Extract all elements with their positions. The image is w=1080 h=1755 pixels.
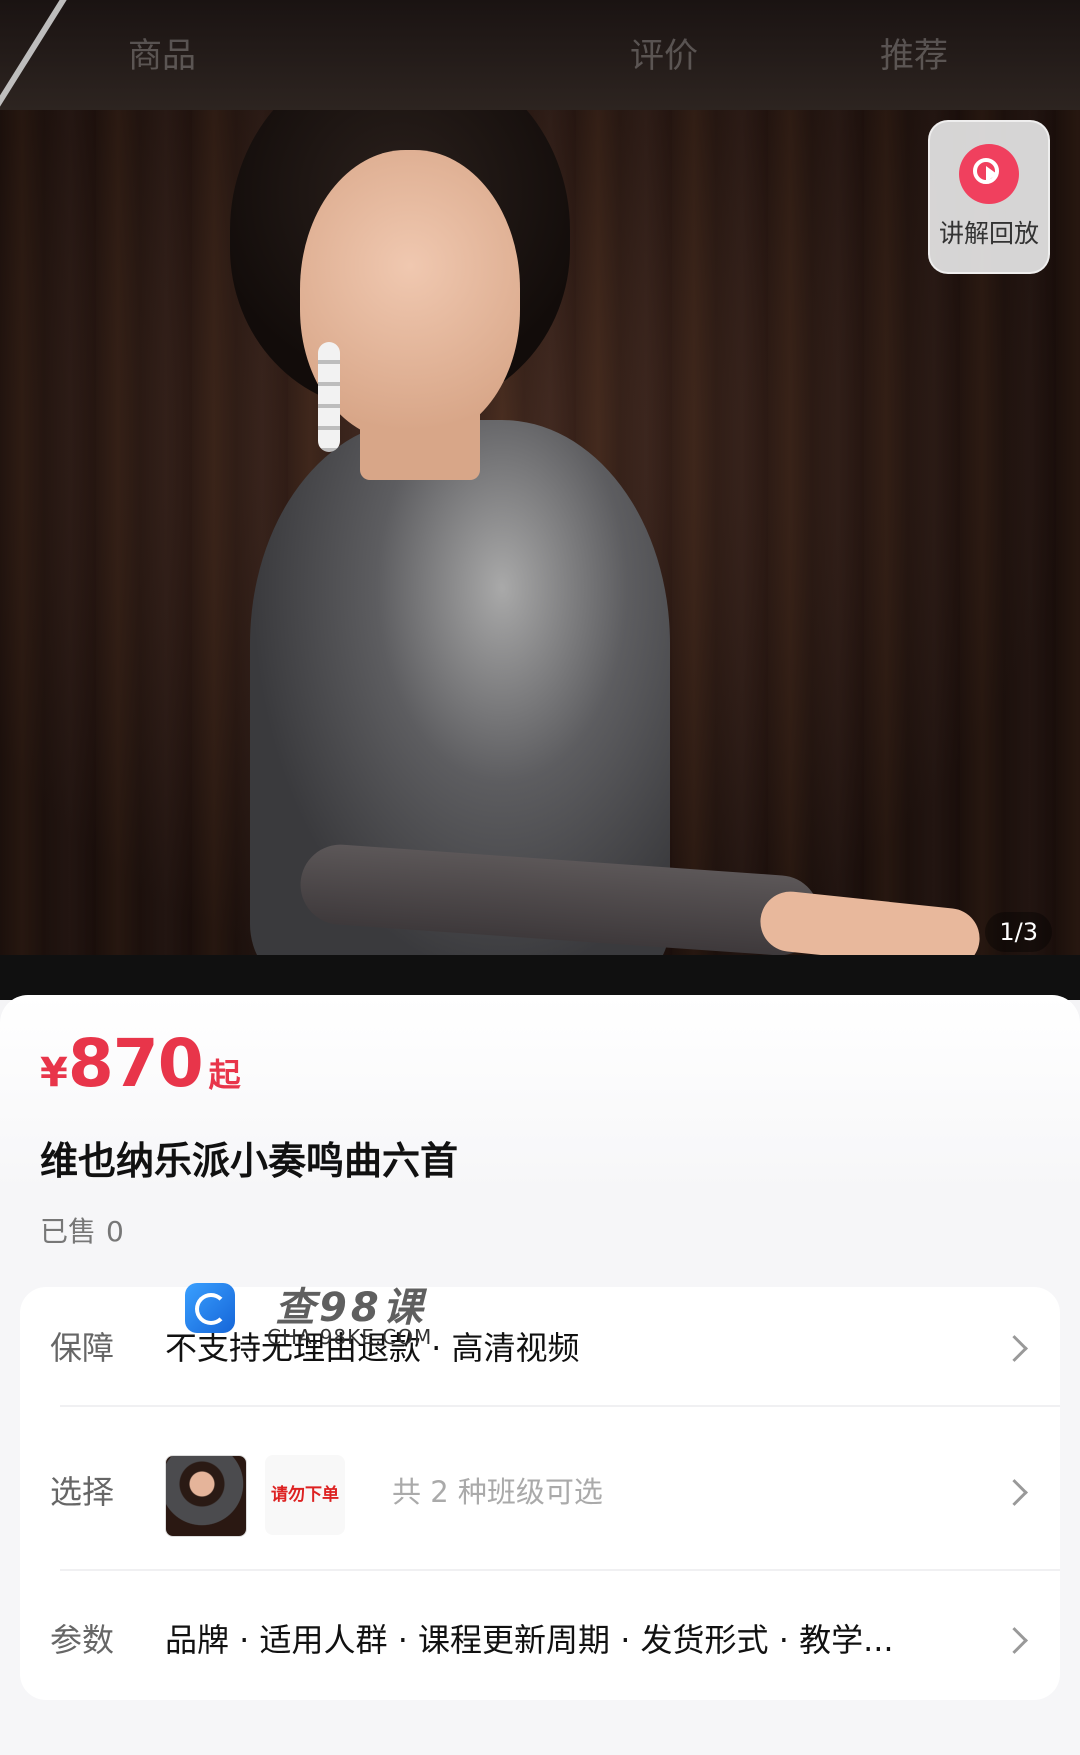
params-label: 参数 <box>50 1621 115 1659</box>
sold-label: 已售 <box>40 1215 97 1248</box>
price-suffix: 起 <box>208 1056 241 1094</box>
tab-recommend[interactable]: 推荐 <box>880 28 948 77</box>
watermark-logo-icon <box>185 1283 235 1333</box>
photo-piano <box>0 955 1080 1000</box>
watermark-subtitle: CHA.98KE.COM <box>267 1325 433 1349</box>
chevron-right-icon <box>1001 1335 1028 1362</box>
top-nav-tabs: 商品 评价 推荐 <box>0 28 1080 88</box>
sold-number: 0 <box>106 1215 124 1248</box>
choose-label: 选择 <box>50 1473 115 1511</box>
image-counter: 1/3 <box>985 912 1052 952</box>
replay-label: 讲解回放 <box>938 219 1039 248</box>
params-text: 品牌 · 适用人群 · 课程更新周期 · 发货形式 · 教学... <box>165 1621 894 1659</box>
variant-tag[interactable]: 请勿下单 <box>265 1455 345 1535</box>
divider <box>60 1405 1060 1407</box>
replay-button[interactable]: 讲解回放 <box>928 120 1050 274</box>
variant-thumbnail[interactable] <box>165 1455 247 1537</box>
tab-product[interactable]: 商品 <box>128 28 196 77</box>
variant-summary: 共 2 种班级可选 <box>392 1475 603 1509</box>
tab-reviews[interactable]: 评价 <box>630 28 698 77</box>
chevron-right-icon <box>1001 1479 1028 1506</box>
sold-count: 已售 0 <box>40 1210 124 1250</box>
play-circle-icon <box>959 144 1019 204</box>
details-panel: 保障 不支持无理由退款 · 高清视频 选择 请勿下单 共 2 种班级可选 参数 … <box>20 1287 1060 1700</box>
photo-earring <box>318 342 340 452</box>
product-info-card: ¥870 起 维也纳乐派小奏鸣曲六首 已售 0 保障 不支持无理由退款 · 高清视频… <box>0 995 1080 1755</box>
guarantee-label: 保障 <box>50 1329 115 1367</box>
divider <box>60 1569 1060 1571</box>
product-image-carousel[interactable]: 商品 评价 推荐 讲解回放 1/3 <box>0 0 1080 1000</box>
price: ¥870 起 <box>40 1025 241 1102</box>
currency-symbol: ¥ <box>40 1050 68 1096</box>
product-title: 维也纳乐派小奏鸣曲六首 <box>40 1139 459 1183</box>
price-value: 870 <box>67 1025 204 1102</box>
chevron-right-icon <box>1001 1627 1028 1654</box>
